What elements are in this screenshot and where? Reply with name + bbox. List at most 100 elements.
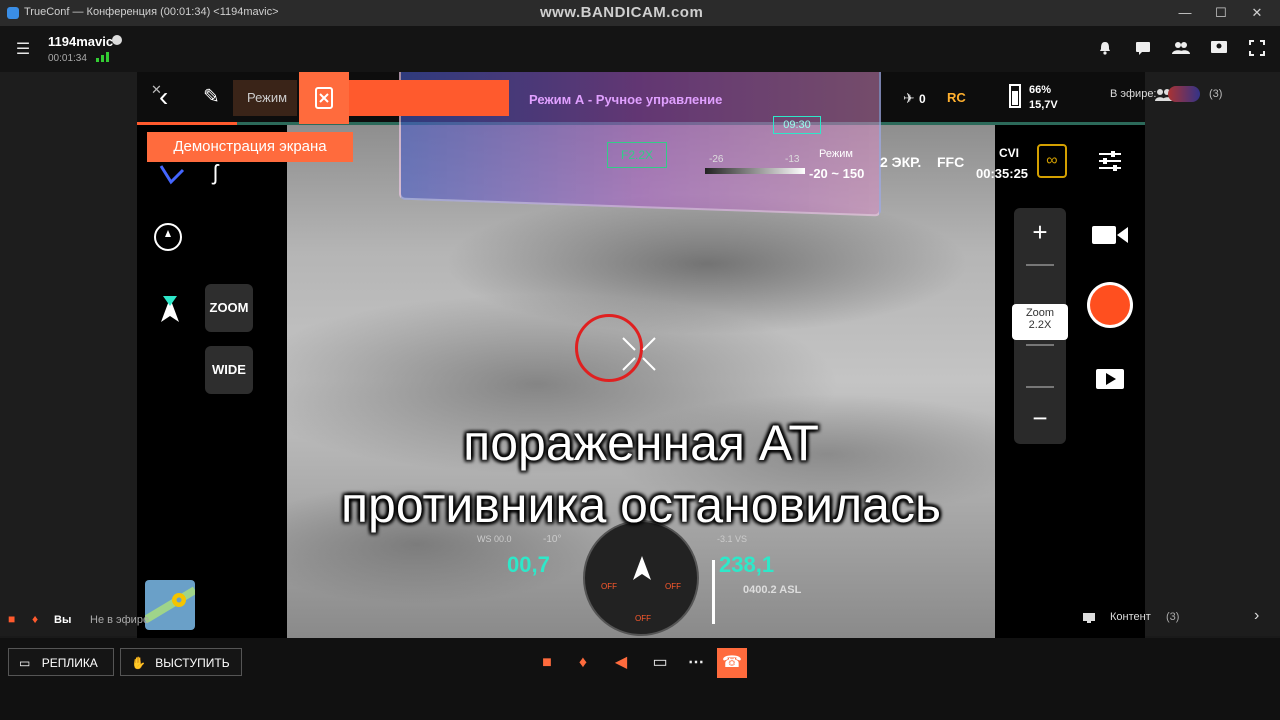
pitch-label: -10°: [543, 534, 562, 545]
flight-path-icon[interactable]: ✎: [203, 84, 231, 112]
right-panel: [1145, 72, 1280, 636]
minimize-button[interactable]: —: [1170, 4, 1200, 22]
caption-line-2: противника остановилась: [340, 477, 942, 533]
window-title-bar: TrueConf — Конференция (00:01:34) <1194m…: [0, 0, 1280, 26]
content-panel-row[interactable]: Контент (3) ›: [1076, 604, 1276, 632]
cvi-label: CVI: [999, 146, 1020, 160]
app-header: ☰ 1194mavic 00:01:34: [0, 26, 1280, 72]
screen-share-label: Демонстрация экрана: [147, 132, 353, 162]
fullscreen-icon[interactable]: [1246, 40, 1268, 60]
speak-button[interactable]: ✋ ВЫСТУПИТЬ: [120, 648, 242, 676]
zoom-scale-top: [1026, 264, 1054, 308]
zoom-level: 2.2X: [1028, 319, 1052, 331]
scale-max: -13: [785, 154, 800, 165]
self-status: Не в эфире: [90, 614, 150, 626]
zoom-slider[interactable]: + Zoom 2.2X −: [1012, 208, 1068, 444]
satellite-icon: ✈: [903, 90, 915, 106]
satellite-count: 0: [919, 92, 926, 106]
chat-icon[interactable]: [1132, 40, 1154, 60]
gimbal-icon[interactable]: [151, 220, 185, 254]
zoom-mode-button[interactable]: ZOOM: [205, 284, 253, 332]
maximize-button[interactable]: ☐: [1206, 4, 1236, 22]
more-options-icon[interactable]: ⋯: [684, 651, 708, 675]
crosshair-icon: [622, 337, 656, 371]
record-button[interactable]: [1087, 282, 1133, 328]
hang-up-button[interactable]: ☎: [717, 648, 747, 678]
zoom-level-box: Zoom 2.2X: [1012, 304, 1068, 340]
ffc-button[interactable]: FFC: [937, 154, 964, 170]
bandicam-watermark: www.BANDICAM.com: [540, 4, 704, 21]
on-air-avatars[interactable]: [1168, 86, 1200, 102]
stop-share-button[interactable]: [299, 72, 349, 124]
content-count: (3): [1166, 611, 1180, 623]
map-pin-icon[interactable]: [155, 162, 189, 192]
settings-sliders-icon[interactable]: [1097, 150, 1123, 172]
battery-icon: [1009, 84, 1021, 108]
speak-label: ВЫСТУПИТЬ: [155, 656, 230, 670]
window-title: TrueConf — Конференция (00:01:34) <1194m…: [24, 6, 279, 18]
range-value: -20 ~ 150: [809, 166, 865, 181]
self-status-row: ■ ♦ Вы Не в эфире: [0, 608, 170, 632]
signal-icon: [96, 52, 109, 62]
caption-line-1: пораженная АТ: [463, 415, 819, 471]
reply-button[interactable]: ▭ РЕПЛИКА: [8, 648, 114, 676]
participants-icon[interactable]: [1170, 40, 1192, 60]
playback-icon[interactable]: [1095, 368, 1125, 390]
shared-screen: ✕ ‹ ✎ Режим Режим А - Ручное управление …: [137, 72, 1145, 638]
time-remaining: 09:30: [773, 116, 821, 134]
link-icon[interactable]: ∞: [1037, 144, 1067, 178]
bell-icon[interactable]: [1094, 40, 1116, 60]
zoom-title: Zoom: [1025, 307, 1055, 319]
menu-icon[interactable]: ☰: [12, 40, 34, 60]
zoom-indicator-box: F2.2X: [607, 142, 667, 168]
mic-off-icon: ♦: [32, 612, 39, 626]
mic-toggle-icon[interactable]: ♦: [568, 651, 598, 675]
share-icon[interactable]: [1208, 40, 1230, 60]
split-screen-button[interactable]: 2 ЭКР.: [880, 154, 921, 170]
content-icon: [1083, 613, 1095, 623]
battery-voltage: 15,7V: [1029, 99, 1058, 111]
reply-icon: ▭: [19, 656, 31, 670]
on-air-label: В эфире:: [1110, 88, 1157, 100]
room-name: 1194mavic: [48, 34, 114, 49]
wind-speed: WS 00.0: [477, 534, 512, 544]
call-timer: 00:01:34: [48, 53, 87, 64]
mode-banner: [349, 80, 509, 116]
aircraft-direction-icon: [153, 294, 187, 328]
vertical-speed: -3.1 VS: [717, 534, 748, 544]
close-button[interactable]: ✕: [1242, 4, 1272, 22]
mode-text: Режим А - Ручное управление: [529, 92, 723, 107]
screen-share-toggle-icon[interactable]: ▭: [648, 651, 672, 675]
camera-off-icon: ■: [8, 612, 16, 626]
mode-short-label: Режим: [233, 80, 297, 116]
on-air-count: (3): [1209, 88, 1223, 100]
scale-min: -26: [709, 154, 724, 165]
back-arrow-icon[interactable]: ‹: [159, 82, 168, 112]
rc-signal: RC: [947, 90, 966, 105]
altitude-value: 238,1: [719, 552, 775, 577]
raise-hand-icon: ✋: [131, 656, 146, 670]
video-mode-icon[interactable]: [1091, 224, 1129, 246]
zoom-in-button[interactable]: +: [1014, 208, 1066, 256]
camera-toggle-icon[interactable]: ■: [534, 651, 560, 675]
altitude-bar: [712, 560, 715, 624]
chevron-right-icon[interactable]: ›: [1254, 607, 1259, 625]
range-label: Режим: [819, 148, 853, 160]
battery-percent: 66%: [1029, 84, 1052, 96]
compass-off-2: OFF: [665, 582, 681, 591]
wide-mode-button[interactable]: WIDE: [205, 346, 253, 394]
route-icon[interactable]: ʃ: [213, 160, 247, 190]
compass: OFF OFF OFF: [583, 520, 699, 636]
speaker-toggle-icon[interactable]: ◀: [606, 651, 636, 675]
thermal-scale-bar: [705, 168, 805, 174]
compass-off-1: OFF: [601, 582, 617, 591]
speed-value: 00,7: [507, 552, 550, 577]
record-time: 00:35:25: [976, 166, 1029, 181]
compass-aircraft-icon: [633, 556, 651, 580]
reply-label: РЕПЛИКА: [41, 656, 98, 670]
app-icon: [7, 7, 19, 19]
info-icon[interactable]: [112, 35, 122, 45]
compass-off-3: OFF: [635, 614, 651, 623]
left-panel: [0, 72, 137, 636]
asl-value: 0400.2 ASL: [743, 584, 802, 596]
